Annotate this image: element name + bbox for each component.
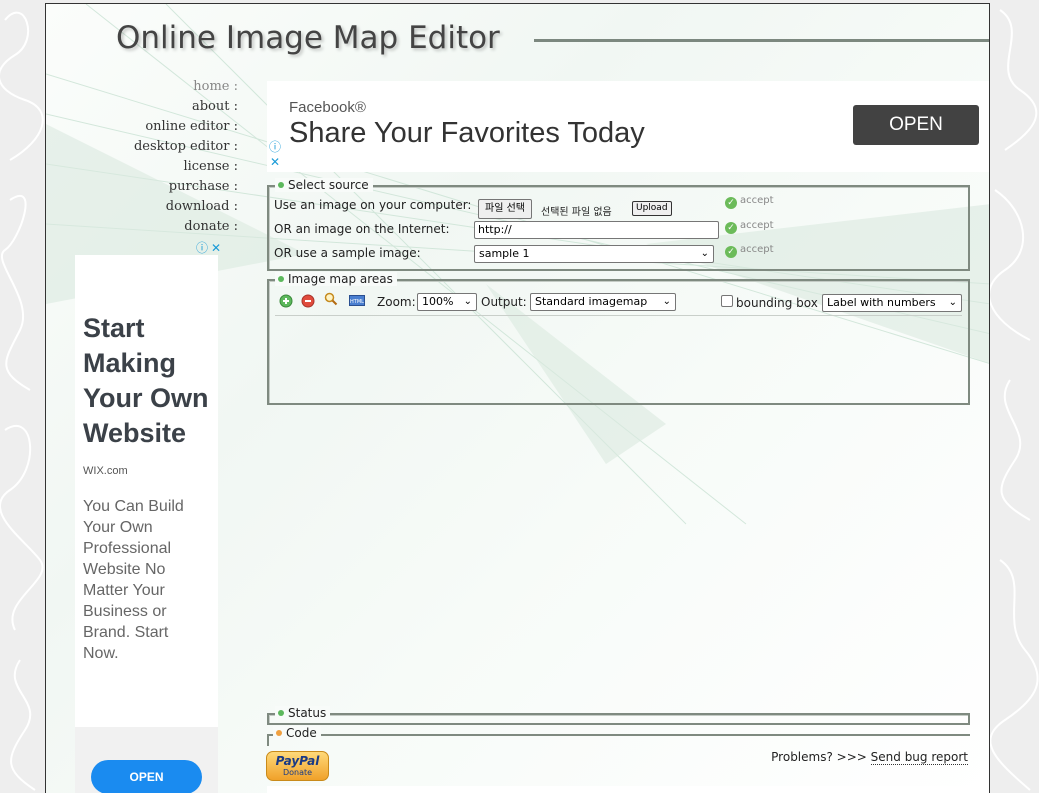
chevron-down-icon: ⌄ <box>463 296 472 307</box>
file-choose-button[interactable]: 파일 선택 <box>478 199 532 219</box>
paypal-logo-text: PayPal <box>275 754 320 768</box>
bounding-box-label: bounding box <box>736 296 818 310</box>
nav-purchase[interactable]: purchase : <box>134 177 238 197</box>
side-ad-open-button[interactable]: OPEN <box>91 760 202 793</box>
paypal-donate-button[interactable]: PayPal Donate <box>266 751 329 781</box>
site-title: Online Image Map Editor <box>116 20 500 56</box>
status-legend: Status <box>275 706 331 720</box>
side-ad-info-icon[interactable]: ⓘ <box>196 242 208 254</box>
top-banner-ad[interactable]: Facebook® Share Your Favorites Today OPE… <box>267 81 989 172</box>
legend-dot-icon <box>278 182 284 188</box>
image-map-areas-legend: Image map areas <box>275 272 397 286</box>
main-nav: home : about : online editor : desktop e… <box>134 77 238 237</box>
ad-headline[interactable]: Share Your Favorites Today <box>289 117 645 150</box>
page-container: Online Image Map Editor home : about : o… <box>45 3 990 793</box>
accept-sample[interactable]: ✓ accept <box>725 244 774 258</box>
ad-brand: Facebook® <box>289 99 366 116</box>
side-ad-source: WIX.com <box>83 465 128 477</box>
output-select[interactable]: Standard imagemap ⌄ <box>530 293 676 311</box>
sample-source-label: OR use a sample image: <box>274 246 421 260</box>
ad-info-icon[interactable]: ⓘ <box>269 141 281 153</box>
output-label: Output: <box>481 295 527 309</box>
side-banner-ad[interactable]: Start Making Your Own Website WIX.com Yo… <box>75 255 218 793</box>
internet-source-label: OR an image on the Internet: <box>274 222 450 236</box>
nav-about[interactable]: about : <box>134 97 238 117</box>
nav-license[interactable]: license : <box>134 157 238 177</box>
file-status-text: 선택된 파일 없음 <box>541 207 612 218</box>
computer-source-label: Use an image on your computer: <box>274 198 472 212</box>
code-legend: Code <box>273 726 321 740</box>
side-ad-close-icon[interactable]: ✕ <box>211 242 221 254</box>
accept-check-icon: ✓ <box>725 222 737 234</box>
select-source-legend: Select source <box>275 178 373 192</box>
ad-open-button[interactable]: OPEN <box>853 105 979 145</box>
image-url-input[interactable]: http:// <box>474 221 719 239</box>
accept-check-icon: ✓ <box>725 246 737 258</box>
nav-online-editor[interactable]: online editor : <box>134 117 238 137</box>
nav-home[interactable]: home : <box>134 77 238 97</box>
zoom-select[interactable]: 100% ⌄ <box>417 293 477 311</box>
html-preview-icon[interactable]: HTML <box>349 294 365 308</box>
toolbar-divider <box>275 315 962 316</box>
add-area-icon[interactable] <box>279 294 293 308</box>
select-source-panel: Select source Use an image on your compu… <box>267 178 970 271</box>
nav-donate[interactable]: donate : <box>134 217 238 237</box>
side-ad-headline[interactable]: Start Making Your Own Website <box>83 311 215 451</box>
svg-text:HTML: HTML <box>350 299 364 305</box>
accept-computer[interactable]: ✓ accept <box>725 195 774 209</box>
status-panel: Status <box>267 706 970 725</box>
problems-line: Problems? >>> Send bug report <box>771 750 968 765</box>
donate-text: Donate <box>282 768 313 777</box>
accept-internet[interactable]: ✓ accept <box>725 220 774 234</box>
sample-image-select[interactable]: sample 1 ⌄ <box>474 245 714 263</box>
magnifier-icon[interactable] <box>324 292 338 306</box>
legend-dot-icon <box>276 730 282 736</box>
code-panel: Code <box>267 726 970 746</box>
zoom-label: Zoom: <box>377 295 416 309</box>
accept-check-icon: ✓ <box>725 197 737 209</box>
send-bug-report-link[interactable]: Send bug report <box>870 750 968 765</box>
remove-area-icon[interactable] <box>301 294 315 308</box>
title-rule <box>534 39 989 42</box>
label-mode-select[interactable]: Label with numbers ⌄ <box>822 294 962 312</box>
legend-dot-icon <box>278 276 284 282</box>
ad-close-icon[interactable]: ✕ <box>270 156 280 168</box>
chevron-down-icon: ⌄ <box>662 296 671 307</box>
chevron-down-icon: ⌄ <box>700 248 709 259</box>
chevron-down-icon: ⌄ <box>948 297 957 308</box>
image-map-areas-panel: Image map areas HTML Zoom: 100% ⌄ Output:… <box>267 272 970 405</box>
bottom-ad-strip <box>267 786 989 793</box>
nav-desktop-editor[interactable]: desktop editor : <box>134 137 238 157</box>
problems-text: Problems? >>> <box>771 750 867 764</box>
legend-dot-icon <box>278 710 284 716</box>
side-ad-body: You Can Build Your Own Professional Webs… <box>83 498 184 662</box>
code-panel-edge <box>267 736 269 746</box>
nav-download[interactable]: download : <box>134 197 238 217</box>
upload-button[interactable]: Upload <box>632 201 672 216</box>
bounding-box-checkbox[interactable] <box>721 295 733 307</box>
